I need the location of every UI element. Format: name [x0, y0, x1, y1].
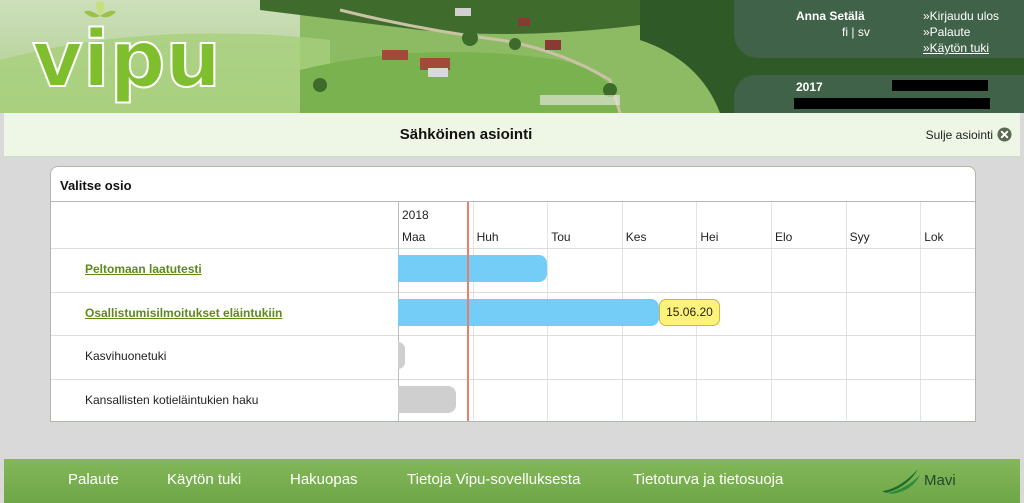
month-header: Tou	[551, 230, 571, 244]
section-label: Kansallisten kotieläintukien haku	[85, 392, 259, 407]
row-divider	[51, 378, 975, 380]
section-selector-panel: Valitse osio 2018 Maa Huh Tou Kes Hei Elo Syy L…	[50, 166, 976, 422]
timeline-year: 2018	[402, 208, 429, 222]
deadline-badge: 15.06.20	[659, 298, 720, 326]
today-marker	[467, 202, 470, 421]
user-name: Anna Setälä	[796, 9, 865, 23]
logo-text: vipu	[32, 15, 220, 105]
month-header: Kes	[625, 230, 647, 244]
feedback-link[interactable]: »Palaute	[923, 24, 999, 40]
month-gridline	[920, 202, 922, 421]
page-title: Sähköinen asiointi	[399, 126, 533, 143]
lang-fi-link[interactable]: fi	[842, 25, 848, 39]
footer-guide-link[interactable]: Hakuopas	[290, 471, 358, 488]
redacted-farm-name	[794, 98, 990, 109]
footer-privacy-link[interactable]: Tietoturva ja tietosuoja	[633, 471, 783, 488]
close-session-label: Sulje asiointi	[925, 127, 993, 142]
month-header: Elo	[775, 230, 793, 244]
application-period-bar	[398, 342, 406, 369]
footer-support-link[interactable]: Käytön tuki	[167, 471, 241, 488]
panel-title: Valitse osio	[51, 167, 975, 202]
row-divider	[51, 291, 975, 293]
month-header: Maa	[402, 230, 426, 244]
application-period-bar[interactable]	[398, 298, 660, 326]
timeline-grid: 2018 Maa Huh Tou Kes Hei Elo Syy Lok Peltomaan …	[51, 202, 975, 421]
month-header: Syy	[849, 230, 870, 244]
title-bar: Sähköinen asiointi Sulje asiointi	[4, 113, 1020, 157]
footer: Palaute Käytön tuki Hakuopas Tietoja Vip…	[4, 459, 1020, 503]
header-banner: vipu Anna Setälä fi | sv »Kirjaudu ulos …	[0, 0, 1024, 113]
redacted-id	[892, 80, 988, 91]
month-gridline	[771, 202, 772, 421]
month-header: Lok	[924, 230, 944, 244]
user-panel: Anna Setälä fi | sv »Kirjaudu ulos »Pala…	[734, 0, 1024, 58]
application-period-bar	[398, 385, 457, 413]
logout-link[interactable]: »Kirjaudu ulos	[923, 8, 999, 24]
row-divider	[51, 335, 975, 336]
year-panel: 2017	[734, 75, 1024, 113]
footer-about-link[interactable]: Tietoja Vipu-sovelluksesta	[407, 471, 580, 488]
year-label: 2017	[796, 80, 823, 94]
close-icon	[997, 127, 1012, 142]
user-links: »Kirjaudu ulos »Palaute »Käytön tuki	[923, 8, 999, 56]
month-gridline	[845, 202, 847, 421]
mavi-logo-text: Mavi	[924, 472, 956, 489]
month-header: Huh	[476, 230, 499, 244]
close-session-button[interactable]: Sulje asiointi	[926, 127, 1012, 142]
footer-feedback-link[interactable]: Palaute	[68, 471, 119, 488]
lang-separator: |	[851, 25, 855, 39]
language-switcher: fi | sv	[842, 25, 870, 39]
vipu-logo: vipu	[31, 2, 220, 106]
user-support-link[interactable]: »Käytön tuki	[923, 40, 999, 56]
month-header: Hei	[700, 230, 719, 244]
section-link[interactable]: Osallistumisilmoitukset eläintukiin	[85, 306, 282, 320]
section-label: Kasvihuonetuki	[85, 349, 167, 363]
application-period-bar[interactable]	[398, 255, 548, 282]
lang-sv-link[interactable]: sv	[858, 25, 870, 39]
header-divider	[51, 248, 975, 249]
section-link[interactable]: Peltomaan laatutesti	[85, 262, 202, 276]
